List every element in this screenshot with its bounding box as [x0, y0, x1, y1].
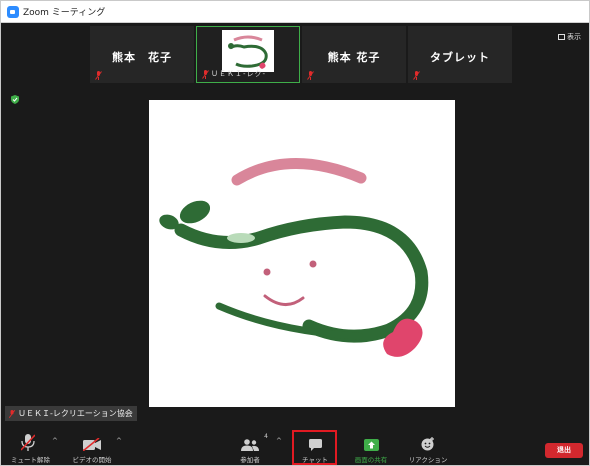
participant-thumbnail [222, 30, 274, 72]
participant-tile-active[interactable]: ＵＥＫＩ-レク- [196, 26, 300, 83]
leaf-highlight [227, 233, 255, 243]
participant-name: 熊本 花子 [327, 51, 381, 64]
participant-tile[interactable]: 熊本 花子 [90, 26, 194, 83]
muted-mic-icon [9, 409, 15, 418]
reactions-label: リアクション [408, 456, 448, 464]
unmute-label: ミュート解除 [11, 456, 50, 464]
participant-tile[interactable]: 熊本 花子 [302, 26, 406, 83]
start-video-button[interactable]: ビデオの開始 [71, 433, 113, 464]
participant-strip: 熊本 花子 ＵＥＫＩ-レク- 熊本 花子 タブレット [90, 26, 512, 83]
reaction-emoji-icon [421, 437, 434, 451]
participants-label: 参加者 [240, 456, 260, 464]
audio-options-caret[interactable]: ^ [52, 437, 58, 445]
active-speaker-tag: ＵＥＫＩ-レクリエーション協会 [5, 406, 137, 421]
muted-mic-icon [307, 71, 314, 80]
security-shield-icon[interactable] [11, 95, 19, 104]
right-eye [309, 260, 317, 268]
reactions-button[interactable]: リアクション [407, 433, 449, 464]
chat-highlight-box [292, 430, 337, 465]
view-label: 表示 [567, 33, 581, 41]
zoom-window: Zoom ミーティング 熊本 花子 ＵＥＫＩ-レク- 熊本 花子 タブレット 表… [0, 0, 590, 466]
muted-mic-icon [21, 434, 35, 451]
left-eye [263, 268, 271, 276]
meeting-stage: 熊本 花子 ＵＥＫＩ-レク- 熊本 花子 タブレット 表示 ＵＥＫＩ-レクリエー… [1, 24, 589, 431]
participant-name: タブレット [430, 51, 490, 64]
participant-label: ＵＥＫＩ-レク- [211, 70, 267, 78]
speaker-name: ＵＥＫＩ-レクリエーション協会 [18, 409, 133, 418]
participants-count: 4 [264, 433, 268, 440]
participants-button[interactable]: 4 参加者 [234, 433, 268, 464]
start-video-label: ビデオの開始 [72, 456, 112, 464]
share-screen-icon [363, 439, 379, 451]
zoom-app-icon [7, 5, 19, 18]
unmute-button[interactable]: ミュート解除 [11, 433, 50, 464]
share-screen-button[interactable]: 画面の共有 [351, 433, 391, 464]
participants-icon [241, 439, 259, 451]
video-options-caret[interactable]: ^ [116, 437, 122, 445]
leave-button[interactable]: 退出 [545, 443, 583, 458]
share-screen-label: 画面の共有 [354, 456, 388, 464]
muted-mic-icon [413, 71, 420, 80]
video-off-icon [83, 438, 101, 451]
participants-options-caret[interactable]: ^ [276, 437, 282, 445]
title-bar: Zoom ミーティング [1, 1, 589, 23]
shared-screen-drawing [149, 100, 455, 407]
grid-view-icon [558, 34, 565, 40]
participant-tile[interactable]: タブレット [408, 26, 512, 83]
view-toggle-button[interactable]: 表示 [558, 32, 581, 42]
participant-name: 熊本 花子 [112, 51, 172, 64]
window-title: Zoom ミーティング [23, 8, 106, 18]
muted-mic-icon [202, 70, 209, 79]
muted-mic-icon [95, 71, 102, 80]
